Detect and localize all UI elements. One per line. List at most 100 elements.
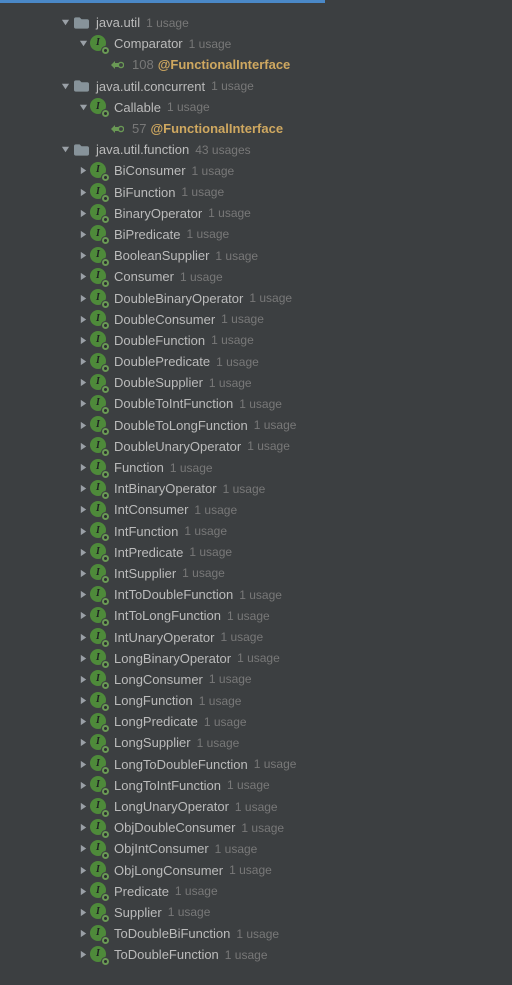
tree-row[interactable]: IBiPredicate1 usage — [0, 224, 512, 245]
arrow-collapsed-icon[interactable] — [76, 802, 90, 811]
arrow-collapsed-icon[interactable] — [76, 654, 90, 663]
tree-row[interactable]: IIntToDoubleFunction1 usage — [0, 584, 512, 605]
tree-row[interactable]: IDoublePredicate1 usage — [0, 351, 512, 372]
arrow-expanded-icon[interactable] — [58, 18, 72, 27]
arrow-collapsed-icon[interactable] — [76, 823, 90, 832]
arrow-collapsed-icon[interactable] — [76, 527, 90, 536]
tree-row[interactable]: IConsumer1 usage — [0, 266, 512, 287]
tree-row[interactable]: IObjDoubleConsumer1 usage — [0, 817, 512, 838]
tree-row[interactable]: ILongUnaryOperator1 usage — [0, 796, 512, 817]
arrow-collapsed-icon[interactable] — [76, 950, 90, 959]
tree-row[interactable]: IDoubleConsumer1 usage — [0, 309, 512, 330]
tree-row[interactable]: 57@FunctionalInterface — [0, 118, 512, 139]
tree-row[interactable]: IFunction1 usage — [0, 457, 512, 478]
interface-icon: I — [90, 331, 108, 349]
tree-row[interactable]: java.util.concurrent1 usage — [0, 76, 512, 97]
usage-count: 1 usage — [237, 651, 280, 665]
tree-row[interactable]: IBiFunction1 usage — [0, 182, 512, 203]
arrow-collapsed-icon[interactable] — [76, 781, 90, 790]
tree-row[interactable]: IIntPredicate1 usage — [0, 542, 512, 563]
usage-count: 1 usage — [227, 609, 270, 623]
arrow-collapsed-icon[interactable] — [76, 251, 90, 260]
arrow-collapsed-icon[interactable] — [76, 569, 90, 578]
arrow-collapsed-icon[interactable] — [76, 294, 90, 303]
arrow-collapsed-icon[interactable] — [76, 421, 90, 430]
tree-row[interactable]: IIntBinaryOperator1 usage — [0, 478, 512, 499]
tree-row[interactable]: IPredicate1 usage — [0, 881, 512, 902]
node-label: BiFunction — [114, 185, 175, 200]
usages-tree[interactable]: java.util1 usageIComparator1 usage108@Fu… — [0, 6, 512, 965]
interface-icon: I — [90, 649, 108, 667]
arrow-collapsed-icon[interactable] — [76, 633, 90, 642]
tree-row[interactable]: ILongBinaryOperator1 usage — [0, 648, 512, 669]
arrow-collapsed-icon[interactable] — [76, 272, 90, 281]
tree-row[interactable]: ICallable1 usage — [0, 97, 512, 118]
arrow-collapsed-icon[interactable] — [76, 611, 90, 620]
tree-row[interactable]: IObjIntConsumer1 usage — [0, 838, 512, 859]
arrow-expanded-icon[interactable] — [76, 39, 90, 48]
arrow-collapsed-icon[interactable] — [76, 760, 90, 769]
tree-row[interactable]: IDoubleSupplier1 usage — [0, 372, 512, 393]
tree-row[interactable]: IDoubleBinaryOperator1 usage — [0, 287, 512, 308]
arrow-collapsed-icon[interactable] — [76, 399, 90, 408]
tree-row[interactable]: ILongToDoubleFunction1 usage — [0, 754, 512, 775]
arrow-collapsed-icon[interactable] — [76, 548, 90, 557]
tree-row[interactable]: IIntConsumer1 usage — [0, 499, 512, 520]
tree-row[interactable]: ILongConsumer1 usage — [0, 669, 512, 690]
interface-icon: I — [90, 268, 108, 286]
arrow-collapsed-icon[interactable] — [76, 696, 90, 705]
arrow-expanded-icon[interactable] — [58, 82, 72, 91]
arrow-collapsed-icon[interactable] — [76, 188, 90, 197]
tree-row[interactable]: java.util.function43 usages — [0, 139, 512, 160]
tree-row[interactable]: IIntSupplier1 usage — [0, 563, 512, 584]
arrow-collapsed-icon[interactable] — [76, 230, 90, 239]
tree-row[interactable]: IDoubleToLongFunction1 usage — [0, 415, 512, 436]
tree-row[interactable]: IIntFunction1 usage — [0, 521, 512, 542]
tree-row[interactable]: IDoubleUnaryOperator1 usage — [0, 436, 512, 457]
tree-row[interactable]: ILongSupplier1 usage — [0, 732, 512, 753]
arrow-collapsed-icon[interactable] — [76, 738, 90, 747]
tree-row[interactable]: ILongPredicate1 usage — [0, 711, 512, 732]
tree-row[interactable]: IToDoubleFunction1 usage — [0, 944, 512, 965]
node-label: ObjLongConsumer — [114, 863, 223, 878]
arrow-collapsed-icon[interactable] — [76, 929, 90, 938]
tree-row[interactable]: IObjLongConsumer1 usage — [0, 860, 512, 881]
tree-row[interactable]: IToDoubleBiFunction1 usage — [0, 923, 512, 944]
tree-row[interactable]: IDoubleToIntFunction1 usage — [0, 393, 512, 414]
arrow-collapsed-icon[interactable] — [76, 209, 90, 218]
tree-row[interactable]: IIntToLongFunction1 usage — [0, 605, 512, 626]
tree-row[interactable]: ILongFunction1 usage — [0, 690, 512, 711]
tree-row[interactable]: ILongToIntFunction1 usage — [0, 775, 512, 796]
tree-row[interactable]: IBooleanSupplier1 usage — [0, 245, 512, 266]
arrow-collapsed-icon[interactable] — [76, 442, 90, 451]
tree-row[interactable]: java.util1 usage — [0, 12, 512, 33]
arrow-collapsed-icon[interactable] — [76, 887, 90, 896]
node-label: LongUnaryOperator — [114, 799, 229, 814]
arrow-expanded-icon[interactable] — [76, 103, 90, 112]
arrow-collapsed-icon[interactable] — [76, 357, 90, 366]
arrow-collapsed-icon[interactable] — [76, 336, 90, 345]
tree-row[interactable]: IDoubleFunction1 usage — [0, 330, 512, 351]
arrow-collapsed-icon[interactable] — [76, 378, 90, 387]
arrow-collapsed-icon[interactable] — [76, 866, 90, 875]
tree-row[interactable]: IIntUnaryOperator1 usage — [0, 626, 512, 647]
arrow-collapsed-icon[interactable] — [76, 166, 90, 175]
usage-count: 1 usage — [235, 800, 278, 814]
interface-icon: I — [90, 247, 108, 265]
arrow-collapsed-icon[interactable] — [76, 675, 90, 684]
tree-row[interactable]: ISupplier1 usage — [0, 902, 512, 923]
arrow-collapsed-icon[interactable] — [76, 463, 90, 472]
arrow-collapsed-icon[interactable] — [76, 484, 90, 493]
tree-row[interactable]: IBiConsumer1 usage — [0, 160, 512, 181]
arrow-expanded-icon[interactable] — [58, 145, 72, 154]
arrow-collapsed-icon[interactable] — [76, 844, 90, 853]
arrow-collapsed-icon[interactable] — [76, 315, 90, 324]
tree-row[interactable]: IComparator1 usage — [0, 33, 512, 54]
node-label: IntFunction — [114, 524, 178, 539]
arrow-collapsed-icon[interactable] — [76, 717, 90, 726]
arrow-collapsed-icon[interactable] — [76, 590, 90, 599]
arrow-collapsed-icon[interactable] — [76, 908, 90, 917]
arrow-collapsed-icon[interactable] — [76, 505, 90, 514]
tree-row[interactable]: IBinaryOperator1 usage — [0, 203, 512, 224]
tree-row[interactable]: 108@FunctionalInterface — [0, 54, 512, 75]
